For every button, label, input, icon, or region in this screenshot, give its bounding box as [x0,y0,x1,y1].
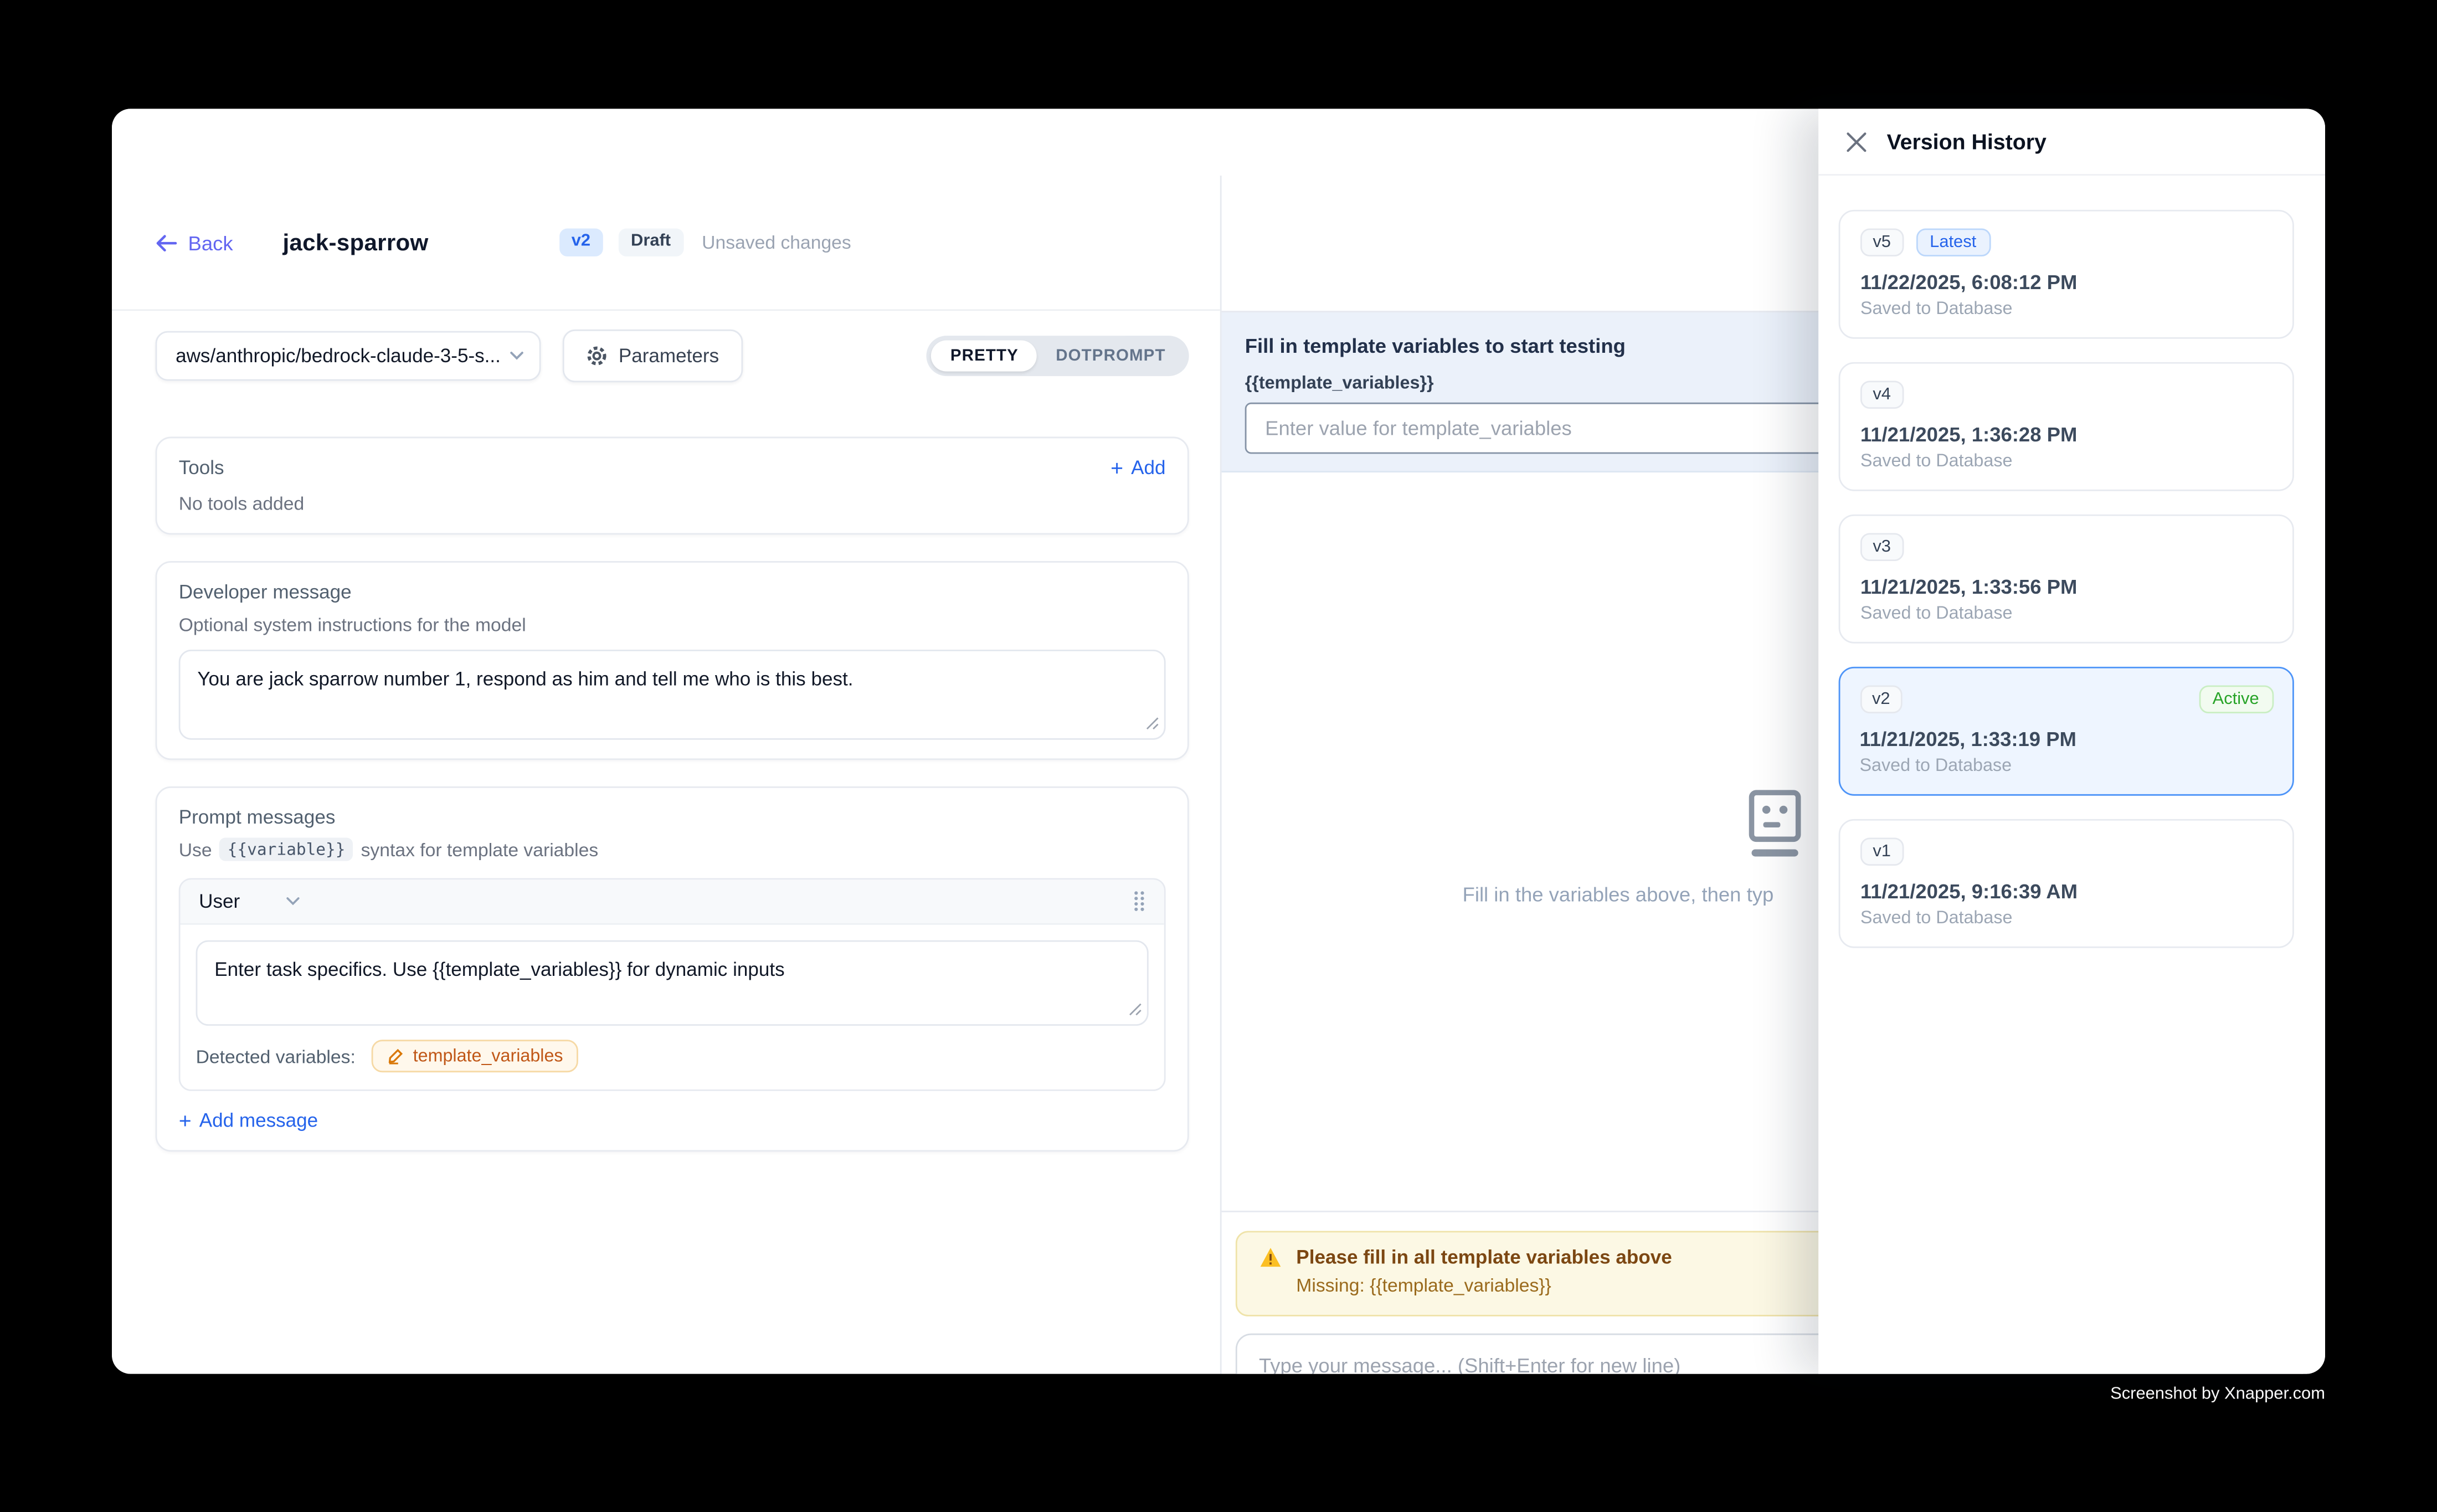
developer-message-subtitle: Optional system instructions for the mod… [179,614,1166,635]
version-number-badge: v3 [1860,533,1904,561]
model-selector-value: aws/anthropic/bedrock-claude-3-5-s... [176,345,510,367]
gear-icon [586,345,608,367]
parameters-button[interactable]: Parameters [563,330,742,382]
version-history-panel: Version History v5 Latest 11/22/2025, 6:… [1818,109,2325,1374]
close-icon [1847,131,1867,151]
editor-pane: Back jack-sparrow v2 Draft Unsaved chang… [112,176,1220,1374]
version-source: Saved to Database [1860,300,2273,319]
version-timestamp: 11/21/2025, 1:33:56 PM [1860,575,2273,598]
badge-row: v4 [1860,380,2273,409]
add-tool-button[interactable]: + Add [1110,457,1165,479]
empty-state-text: Fill in the variables above, then typ [1463,883,1774,906]
plus-icon: + [179,1110,192,1132]
format-toggle: PRETTY DOTPROMPT [927,336,1189,376]
add-message-button[interactable]: + Add message [179,1110,1166,1132]
detected-variables-label: Detected variables: [196,1045,356,1067]
prompt-messages-card: Prompt messages Use {{variable}} syntax … [156,786,1189,1151]
user-message-textarea[interactable]: Enter task specifics. Use {{template_var… [196,940,1149,1026]
prompt-message-block: User [179,878,1166,1091]
version-card-v5[interactable]: v5 Latest 11/22/2025, 6:08:12 PM Saved t… [1839,210,2294,339]
badge-row: v3 [1860,533,2273,561]
version-timestamp: 11/21/2025, 1:33:19 PM [1860,727,2273,750]
active-badge: Active [2198,685,2273,713]
template-variable-name: template_variables [413,1047,563,1066]
version-source: Saved to Database [1860,909,2273,928]
version-history-header: Version History [1818,109,2325,176]
badge-row: v2 Active [1860,685,2273,713]
hint-prefix: Use [179,839,212,860]
version-history-title: Version History [1887,129,2047,154]
message-role-header: User [181,880,1164,924]
version-timestamp: 11/22/2025, 6:08:12 PM [1860,270,2273,294]
editor-body: aws/anthropic/bedrock-claude-3-5-s... Pa… [112,311,1220,1151]
prompt-title: jack-sparrow [282,229,428,256]
close-button[interactable] [1847,131,1867,151]
version-source: Saved to Database [1860,605,2273,624]
version-number-badge: v4 [1860,380,1904,409]
version-timestamp: 11/21/2025, 1:36:28 PM [1860,423,2273,446]
developer-message-textarea[interactable]: You are jack sparrow number 1, respond a… [179,650,1166,740]
bot-icon [1743,790,1805,860]
hint-suffix: syntax for template variables [361,839,599,860]
pencil-icon [387,1047,404,1064]
warning-triangle-icon [1259,1247,1282,1268]
plus-icon: + [1110,457,1123,479]
version-timestamp: 11/21/2025, 9:16:39 AM [1860,880,2273,903]
version-list: v5 Latest 11/22/2025, 6:08:12 PM Saved t… [1818,176,2325,948]
drag-handle[interactable] [1133,891,1145,912]
parameters-label: Parameters [619,345,719,367]
version-badge: v2 [559,228,603,256]
page-header: Back jack-sparrow v2 Draft Unsaved chang… [112,176,1220,311]
version-source: Saved to Database [1860,452,2273,471]
model-selector[interactable]: aws/anthropic/bedrock-claude-3-5-s... [156,331,541,381]
warning-title: Please fill in all template variables ab… [1296,1247,1672,1268]
add-tool-label: Add [1131,457,1165,479]
screenshot-stage: Back jack-sparrow v2 Draft Unsaved chang… [0,0,2437,1512]
back-button[interactable]: Back [156,231,233,254]
tools-empty-text: No tools added [179,493,1166,515]
version-card-v1[interactable]: v1 11/21/2025, 9:16:39 AM Saved to Datab… [1839,819,2294,948]
prompt-messages-title: Prompt messages [179,806,1166,828]
variable-syntax-chip: {{variable}} [220,837,353,861]
model-toolbar: aws/anthropic/bedrock-claude-3-5-s... Pa… [156,331,1189,381]
grip-dots-icon [1133,891,1145,912]
unsaved-changes-text: Unsaved changes [702,232,851,253]
message-body: Enter task specifics. Use {{template_var… [181,925,1164,1073]
badge-row: v1 [1860,837,2273,866]
version-card-v4[interactable]: v4 11/21/2025, 1:36:28 PM Saved to Datab… [1839,362,2294,491]
latest-badge: Latest [1916,228,1991,256]
chevron-down-icon [286,897,300,906]
toggle-dotprompt[interactable]: DOTPROMPT [1037,341,1185,372]
version-number-badge: v5 [1860,228,1904,256]
badge-row: v5 Latest [1860,228,2273,256]
back-label: Back [188,231,233,254]
version-source: Saved to Database [1860,756,2273,775]
version-number-badge: v2 [1860,685,1903,713]
version-card-v2-active[interactable]: v2 Active 11/21/2025, 1:33:19 PM Saved t… [1839,667,2294,796]
watermark: Screenshot by Xnapper.com [2110,1385,2325,1403]
message-textarea-wrap: Enter task specifics. Use {{template_var… [196,940,1149,1026]
tools-card: Tools + Add No tools added [156,437,1189,535]
variable-syntax-hint: Use {{variable}} syntax for template var… [179,837,1166,861]
tools-header: Tools + Add [179,457,1166,479]
toggle-pretty[interactable]: PRETTY [932,341,1037,372]
draft-badge: Draft [619,228,683,256]
role-selector[interactable]: User [199,891,301,912]
developer-message-card: Developer message Optional system instru… [156,561,1189,760]
chevron-down-icon [510,351,523,361]
template-variable-chip[interactable]: template_variables [371,1040,579,1072]
version-card-v3[interactable]: v3 11/21/2025, 1:33:56 PM Saved to Datab… [1839,515,2294,644]
developer-message-title: Developer message [179,581,1166,603]
tools-title: Tools [179,457,224,479]
header-badges: v2 Draft [559,228,683,256]
detected-variables-row: Detected variables: template_variables [196,1040,1149,1072]
role-selector-value: User [199,891,240,912]
developer-textarea-wrap: You are jack sparrow number 1, respond a… [179,650,1166,740]
add-message-label: Add message [199,1110,318,1132]
version-number-badge: v1 [1860,837,1904,866]
arrow-left-icon [156,234,177,251]
